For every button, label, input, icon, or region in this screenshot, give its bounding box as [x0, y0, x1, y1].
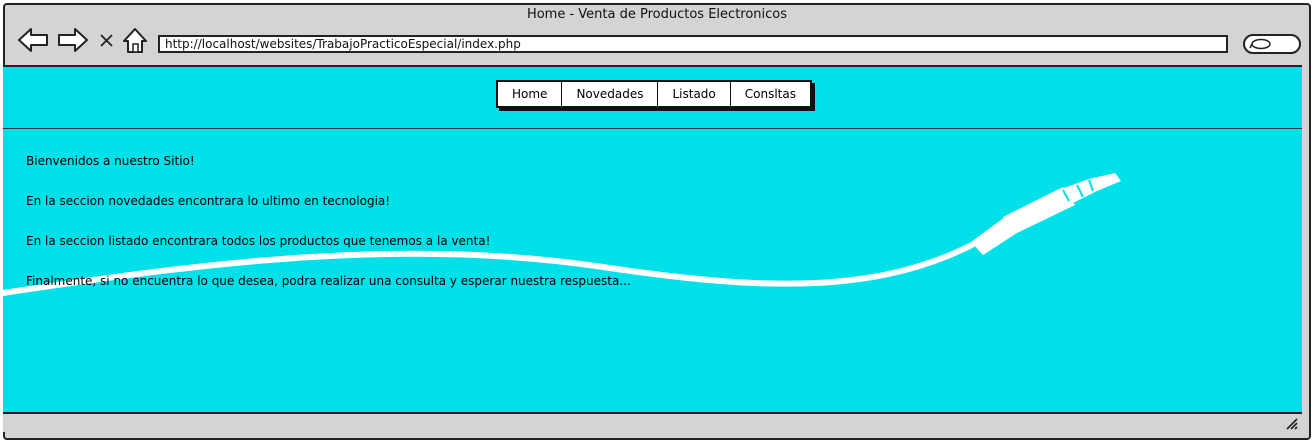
listado-line: En la seccion listado encontrara todos l…: [26, 234, 491, 248]
consulta-line: Finalmente, si no encuentra lo que desea…: [26, 274, 631, 288]
header-divider: [3, 128, 1302, 129]
back-arrow-icon[interactable]: [17, 25, 49, 55]
status-bar: [3, 412, 1302, 432]
tab-consultas[interactable]: Consltas: [731, 82, 810, 106]
page-content-area: Home Novedades Listado Consltas Bienveni…: [3, 65, 1302, 413]
main-nav: Home Novedades Listado Consltas: [496, 80, 812, 108]
search-box[interactable]: [1243, 34, 1301, 54]
tab-novedades[interactable]: Novedades: [562, 82, 659, 106]
home-icon[interactable]: [121, 25, 149, 55]
forward-arrow-icon[interactable]: [57, 25, 89, 55]
tab-home[interactable]: Home: [498, 82, 563, 106]
tab-listado[interactable]: Listado: [658, 82, 731, 106]
browser-toolbar: http://localhost/websites/TrabajoPractic…: [5, 25, 1309, 67]
address-bar[interactable]: http://localhost/websites/TrabajoPractic…: [158, 35, 1228, 53]
search-icon: [1249, 38, 1271, 50]
welcome-text: Bienvenidos a nuestro Sitio! En la secci…: [26, 154, 631, 314]
novedades-line: En la seccion novedades encontrara lo ul…: [26, 194, 391, 208]
close-icon[interactable]: [97, 25, 117, 55]
window-title: Home - Venta de Productos Electronicos: [526, 7, 788, 22]
resize-grip-icon[interactable]: [1284, 416, 1298, 430]
welcome-line: Bienvenidos a nuestro Sitio!: [26, 154, 195, 168]
